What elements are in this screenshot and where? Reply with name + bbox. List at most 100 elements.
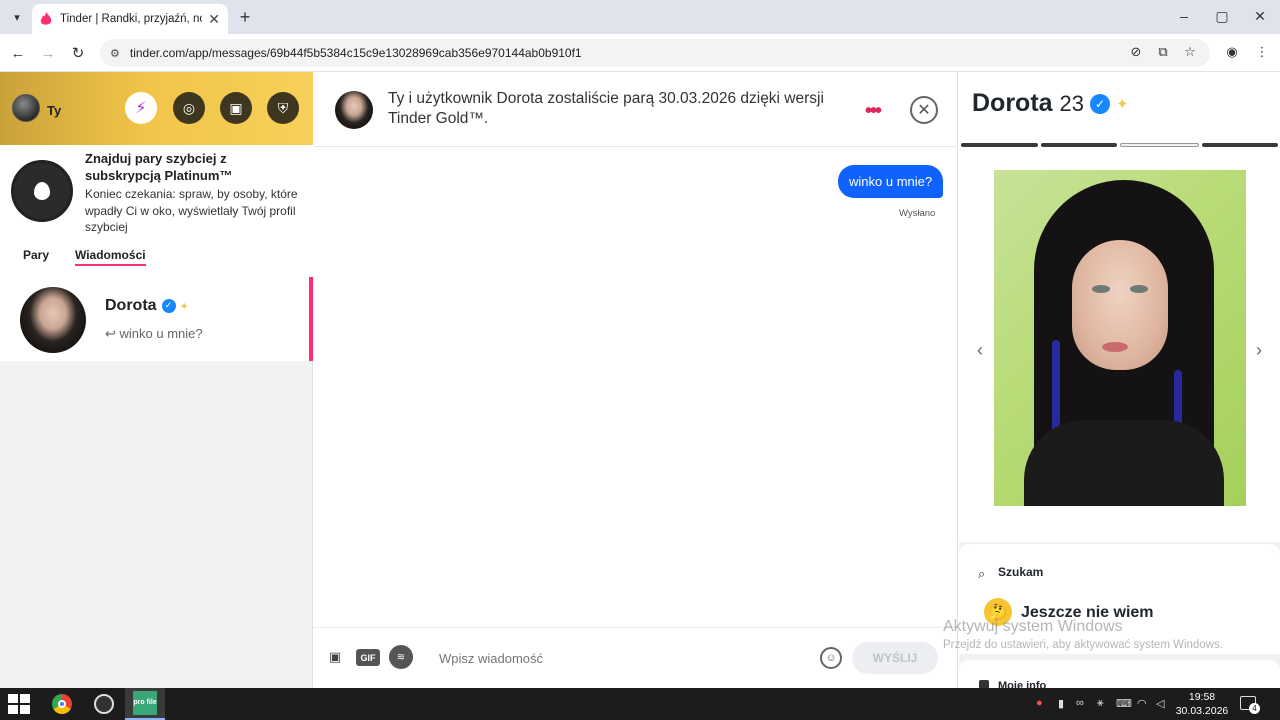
profile-panel: Dorota 23 ✓ ✦ ‹ › ⌕ Szukam 🤔 Jeszcze nie… <box>959 72 1280 692</box>
taskbar-obs[interactable] <box>84 688 124 720</box>
photo-next-icon[interactable]: › <box>1249 339 1269 361</box>
chrome-icon <box>52 694 72 714</box>
photo-progress-bars <box>959 143 1280 148</box>
message-composer: ▣ GIF ≋ ☺ WYŚLIJ <box>313 627 958 688</box>
tray-keyboard-icon[interactable]: ⌨ <box>1116 697 1132 710</box>
photo-bar[interactable] <box>1201 143 1278 147</box>
more-options-icon[interactable]: ••• <box>865 100 882 123</box>
gold-sparkle-icon: ✦ <box>1116 96 1129 114</box>
tray-wifi-icon[interactable]: ◠ <box>1137 697 1147 710</box>
taskbar-clock[interactable]: 19:58 30.03.2026 <box>1174 690 1230 718</box>
search-icon: ⌕ <box>978 566 986 581</box>
promo-text: Koniec czekania: spraw, by osoby, które … <box>85 187 298 234</box>
about-me-card: Moje info <box>959 660 1280 692</box>
taskbar-profile-app[interactable]: pro file <box>125 688 165 720</box>
my-name[interactable]: Ty <box>47 103 61 118</box>
tab-search-chevron-icon[interactable]: ▾ <box>6 6 28 28</box>
send-button[interactable]: WYŚLIJ <box>852 642 938 674</box>
looking-for-value: Jeszcze nie wiem <box>1021 604 1154 621</box>
conversation-last-message: ↩ winko u mnie? <box>105 326 203 341</box>
conversation-item[interactable]: Dorota ✓ ✦ ↩ winko u mnie? <box>0 277 313 361</box>
my-avatar[interactable] <box>12 94 40 122</box>
notification-count-badge: 4 <box>1249 703 1260 714</box>
eye-off-icon[interactable]: ⊘ <box>1126 42 1146 62</box>
obs-icon <box>94 694 114 714</box>
verified-check-icon: ✓ <box>161 298 176 313</box>
looking-for-label: Szukam <box>998 565 1044 579</box>
reload-icon[interactable]: ↻ <box>67 42 89 64</box>
spotify-icon[interactable]: ≋ <box>389 645 413 669</box>
sidebar-header: Ty ⚡ ◎ ▣ ⛨ <box>0 72 313 145</box>
tab-messages[interactable]: Wiadomości <box>75 248 146 266</box>
message-status: Wysłano <box>899 208 936 219</box>
profile-name: Dorota 23 ✓ ✦ <box>972 89 1129 118</box>
conversation-avatar <box>20 287 86 353</box>
browser-tab-tinder[interactable]: Tinder | Randki, przyjaźń, nowe ✕ <box>32 4 228 34</box>
tab-close-icon[interactable]: ✕ <box>208 11 220 28</box>
briefcase-icon[interactable]: ▣ <box>220 92 252 124</box>
chat-avatar[interactable] <box>335 91 373 129</box>
chat-header: Ty i użytkownik Dorota zostaliście parą … <box>313 72 958 147</box>
match-info-text: Ty i użytkownik Dorota zostaliście parą … <box>388 90 824 127</box>
forward-arrow-icon[interactable]: → <box>37 42 59 64</box>
tinder-flame-icon <box>40 12 52 25</box>
conversation-name: Dorota ✓ ✦ <box>105 297 189 315</box>
browser-menu-icon[interactable]: ⋮ <box>1252 42 1272 62</box>
sidebar: Ty ⚡ ◎ ▣ ⛨ Znajduj pary szybciej z subsk… <box>0 72 313 688</box>
url-text: tinder.com/app/messages/69b44f5b5384c15c… <box>129 46 582 60</box>
tray-network-icon[interactable]: ⚹ <box>1097 697 1104 710</box>
thinking-face-icon: 🤔 <box>984 598 1012 626</box>
tab-matches[interactable]: Pary <box>23 248 49 262</box>
message-bubble: winko u mnie? <box>838 165 944 198</box>
tray-volume-icon[interactable]: ◁ <box>1156 697 1164 710</box>
verified-check-icon: ✓ <box>1090 94 1110 115</box>
profile-icon[interactable]: ◉ <box>1222 42 1242 62</box>
site-info-icon[interactable]: ⚙ <box>110 47 120 60</box>
address-bar[interactable]: ⚙ tinder.com/app/messages/69b44f5b5384c1… <box>100 39 1210 67</box>
tinder-app: Ty ⚡ ◎ ▣ ⛨ Znajduj pary szybciej z subsk… <box>0 72 1280 692</box>
tray-mic-icon[interactable]: ▮ <box>1058 697 1064 710</box>
windows-taskbar: pro file ● ▮ ∞ ⚹ ⌨ ◠ ◁ 19:58 30.03.2026 … <box>0 688 1280 720</box>
promo-title: Znajduj pary szybciej z subskrypcją Plat… <box>85 151 233 183</box>
minimize-icon[interactable]: – <box>1170 6 1198 26</box>
clock-date: 30.03.2026 <box>1175 705 1229 717</box>
clock-time: 19:58 <box>1188 691 1216 703</box>
profile-age: 23 <box>1059 91 1084 116</box>
message-input[interactable] <box>439 642 809 674</box>
photo-bar[interactable] <box>961 143 1038 147</box>
install-app-icon[interactable]: ⧉ <box>1153 42 1173 62</box>
close-chat-icon[interactable]: ✕ <box>910 96 938 124</box>
explore-compass-icon[interactable]: ◎ <box>173 92 205 124</box>
photo-bar-active[interactable] <box>1120 143 1199 147</box>
browser-tabstrip: ▾ Tinder | Randki, przyjaźń, nowe ✕ + – … <box>0 0 1280 34</box>
windows-start-icon[interactable] <box>8 694 30 714</box>
profile-photo[interactable] <box>994 170 1246 506</box>
window-close-icon[interactable]: ✕ <box>1246 6 1274 26</box>
profile-app-icon: pro file <box>133 691 157 715</box>
sidebar-tabs: Pary Wiadomości <box>0 237 313 277</box>
taskbar-chrome[interactable] <box>42 688 82 720</box>
browser-toolbar: ← → ↻ ⚙ tinder.com/app/messages/69b44f5b… <box>0 34 1280 72</box>
bookmark-star-icon[interactable]: ☆ <box>1180 42 1200 62</box>
emoji-icon[interactable]: ☺ <box>820 647 842 669</box>
new-tab-plus-icon[interactable]: + <box>234 6 256 28</box>
looking-for-card: ⌕ Szukam 🤔 Jeszcze nie wiem <box>959 544 1280 654</box>
tab-title: Tinder | Randki, przyjaźń, nowe <box>60 13 202 25</box>
tray-record-icon[interactable]: ● <box>1036 697 1043 709</box>
profile-name-text: Dorota <box>972 89 1053 117</box>
safety-shield-icon[interactable]: ⛨ <box>267 92 299 124</box>
boost-lightning-icon[interactable]: ⚡ <box>125 92 157 124</box>
back-arrow-icon[interactable]: ← <box>7 42 29 64</box>
chat-panel: Ty i użytkownik Dorota zostaliście parą … <box>313 72 958 688</box>
maximize-icon[interactable]: ▢ <box>1208 6 1236 26</box>
profile-top: Dorota 23 ✓ ✦ ‹ › <box>959 72 1280 542</box>
conversation-name-text: Dorota <box>105 297 157 314</box>
platinum-promo[interactable]: Znajduj pary szybciej z subskrypcją Plat… <box>0 145 313 237</box>
photo-prev-icon[interactable]: ‹ <box>970 339 990 361</box>
gold-sparkle-icon: ✦ <box>179 301 189 313</box>
platinum-flame-icon <box>11 160 73 222</box>
gif-button[interactable]: GIF <box>356 649 380 666</box>
photo-bar[interactable] <box>1040 143 1117 147</box>
contact-card-icon[interactable]: ▣ <box>324 646 346 668</box>
tray-link-icon[interactable]: ∞ <box>1076 697 1084 709</box>
